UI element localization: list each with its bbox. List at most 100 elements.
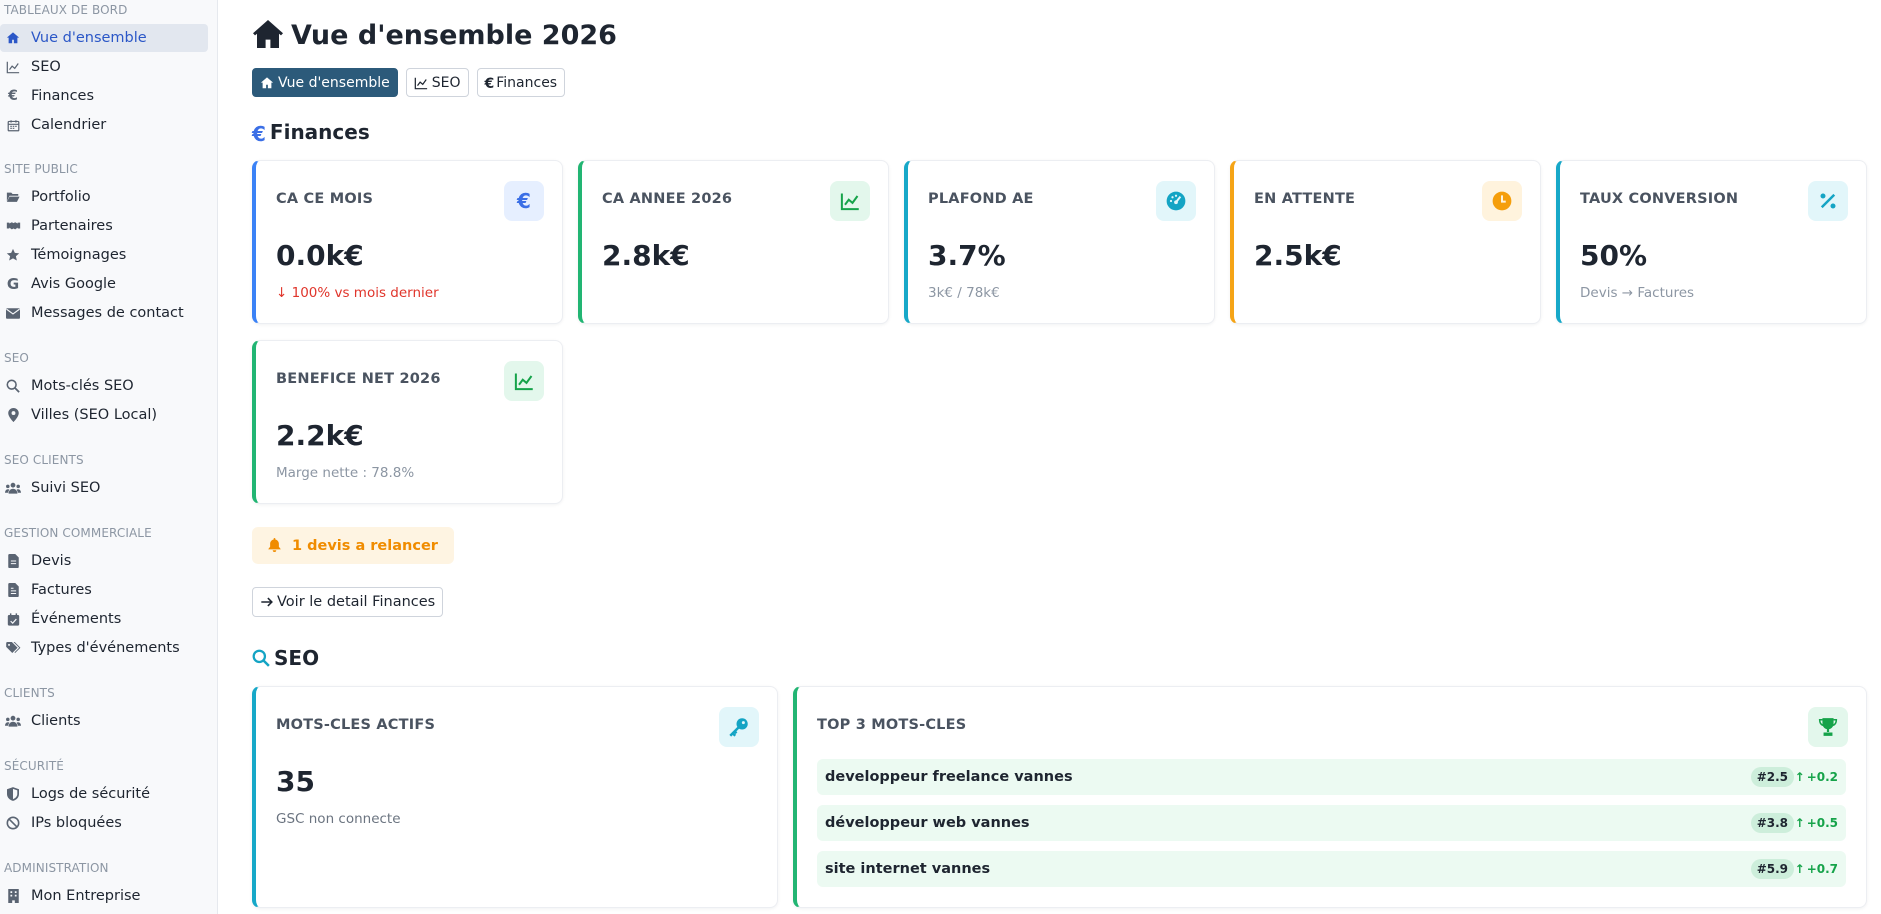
card-label: TOP 3 MOTS-CLES	[817, 717, 967, 733]
arrow-up-icon: ↑	[1794, 770, 1805, 784]
keyword-text: site internet vannes	[825, 861, 991, 877]
users-icon	[4, 479, 22, 497]
kpi-card-plafond-ae: PLAFOND AE 3.7% 3k€ / 78k€	[904, 160, 1215, 324]
key-icon	[719, 707, 759, 747]
sidebar-item-portfolio[interactable]: Portfolio	[0, 183, 208, 211]
card-value: 2.2k€	[276, 419, 364, 452]
arrow-right-icon	[260, 595, 274, 609]
top-keywords-card: TOP 3 MOTS-CLES developpeur freelance va…	[793, 686, 1867, 908]
invoice-icon	[4, 581, 22, 599]
sidebar-item-label: Mots-clés SEO	[31, 378, 134, 394]
percent-icon	[1808, 181, 1848, 221]
delta-badge: ↑ +0.7	[1795, 859, 1838, 879]
sidebar-section-title: ADMINISTRATION	[4, 861, 109, 875]
sidebar-item-label: IPs bloquées	[31, 815, 122, 831]
tab-label: Vue d'ensemble	[278, 74, 390, 91]
sidebar-item-label: Devis	[31, 553, 72, 569]
kpi-card-mots-cles-actifs: MOTS-CLES ACTIFS 35 GSC non connecte	[252, 686, 778, 908]
delta-value: +0.7	[1806, 862, 1838, 876]
envelope-icon	[4, 304, 22, 322]
sidebar-item-logs[interactable]: Logs de sécurité	[0, 780, 208, 808]
shield-icon	[4, 785, 22, 803]
sidebar-section-title: SITE PUBLIC	[4, 162, 78, 176]
delta-value: +0.2	[1806, 770, 1838, 784]
tab-label: Finances	[496, 74, 558, 91]
chart-line-icon	[4, 58, 22, 76]
clock-icon	[1482, 181, 1522, 221]
card-value: 3.7%	[928, 239, 1006, 272]
sidebar-section-title: SÉCURITÉ	[4, 759, 64, 773]
sidebar-section-title: SEO	[4, 351, 29, 365]
finances-detail-button[interactable]: Voir le detail Finances	[252, 587, 444, 617]
sidebar-item-villes[interactable]: Villes (SEO Local)	[0, 401, 208, 429]
kpi-card-en-attente: EN ATTENTE 2.5k€	[1230, 160, 1541, 324]
sidebar-item-label: Factures	[31, 582, 92, 598]
sidebar-item-label: SEO	[31, 59, 61, 75]
sidebar-item-evenements[interactable]: Événements	[0, 605, 208, 633]
card-value: 2.5k€	[1254, 239, 1342, 272]
card-subtext: 3k€ / 78k€	[928, 285, 1000, 301]
home-icon	[4, 29, 22, 47]
sidebar-section-title: TABLEAUX DE BORD	[4, 3, 128, 17]
sidebar-item-devis[interactable]: Devis	[0, 547, 208, 575]
tab-label: SEO	[431, 74, 461, 91]
sidebar-item-label: Finances	[31, 88, 95, 104]
search-icon	[252, 648, 270, 668]
sidebar-item-label: Messages de contact	[31, 305, 184, 321]
users-icon	[4, 712, 22, 730]
sidebar-item-label: Clients	[31, 713, 81, 729]
button-label: Voir le detail Finances	[277, 594, 436, 610]
card-label: MOTS-CLES ACTIFS	[276, 717, 436, 733]
alert-text: 1 devis a relancer	[292, 537, 438, 554]
sidebar-item-suivi-seo[interactable]: Suivi SEO	[0, 474, 208, 502]
sidebar-item-clients[interactable]: Clients	[0, 707, 208, 735]
card-value: 2.8k€	[602, 239, 690, 272]
keyword-text: développeur web vannes	[825, 815, 1030, 831]
sidebar-item-partenaires[interactable]: Partenaires	[0, 212, 208, 240]
sidebar-item-temoignages[interactable]: Témoignages	[0, 241, 208, 269]
sidebar-item-mon-entreprise[interactable]: Mon Entreprise	[0, 882, 208, 910]
tab-finances[interactable]: € Finances	[476, 68, 566, 97]
keyword-text: developpeur freelance vannes	[825, 769, 1073, 785]
tags-icon	[4, 639, 22, 657]
euro-icon: €	[504, 181, 544, 221]
home-icon	[260, 76, 274, 90]
sidebar-item-factures[interactable]: Factures	[0, 576, 208, 604]
tab-vue-ensemble[interactable]: Vue d'ensemble	[252, 68, 398, 97]
sidebar-item-label: Types d'événements	[31, 640, 180, 656]
sidebar-item-messages[interactable]: Messages de contact	[0, 299, 208, 327]
sidebar-item-mots-cles[interactable]: Mots-clés SEO	[0, 372, 208, 400]
sidebar-item-finances[interactable]: € Finances	[0, 82, 208, 110]
map-pin-icon	[4, 406, 22, 424]
list-item[interactable]: site internet vannes #5.9 ↑ +0.7	[817, 851, 1846, 887]
list-item[interactable]: developpeur freelance vannes #2.5 ↑ +0.2	[817, 759, 1846, 795]
chart-line-icon	[830, 181, 870, 221]
file-icon	[4, 552, 22, 570]
list-item[interactable]: développeur web vannes #3.8 ↑ +0.5	[817, 805, 1846, 841]
sidebar-item-label: Villes (SEO Local)	[31, 407, 158, 423]
section-title-text: SEO	[274, 646, 320, 670]
euro-icon: €	[8, 88, 18, 104]
card-label: BENEFICE NET 2026	[276, 371, 441, 387]
card-subtext: Marge nette : 78.8%	[276, 465, 415, 481]
sidebar-item-types-evenements[interactable]: Types d'événements	[0, 634, 208, 662]
star-icon	[4, 246, 22, 264]
sidebar-item-avis-google[interactable]: G Avis Google	[0, 270, 208, 298]
kpi-card-benefice-net: BENEFICE NET 2026 2.2k€ Marge nette : 78…	[252, 340, 563, 504]
sidebar-item-calendrier[interactable]: Calendrier	[0, 111, 208, 139]
card-label: EN ATTENTE	[1254, 191, 1356, 207]
sidebar-item-label: Portfolio	[31, 189, 91, 205]
card-value: 50%	[1580, 239, 1648, 272]
euro-icon: €	[252, 122, 266, 146]
sidebar-item-vue-ensemble[interactable]: Vue d'ensemble	[0, 24, 208, 52]
search-icon	[4, 377, 22, 395]
rank-badge: #3.8	[1750, 813, 1794, 833]
relance-alert[interactable]: 1 devis a relancer	[252, 527, 454, 564]
sidebar-item-ips-bloquees[interactable]: IPs bloquées	[0, 809, 208, 837]
sidebar-item-seo[interactable]: SEO	[0, 53, 208, 81]
handshake-icon	[4, 217, 22, 235]
card-value: 0.0k€	[276, 239, 364, 272]
tab-seo[interactable]: SEO	[405, 68, 469, 97]
card-subtext: GSC non connecte	[276, 811, 401, 827]
folder-open-icon	[4, 188, 22, 206]
